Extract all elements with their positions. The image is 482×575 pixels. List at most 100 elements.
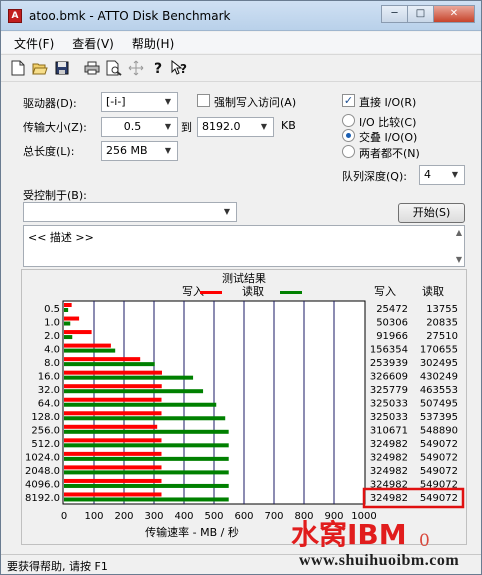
x-tick-label: 0 xyxy=(61,511,67,522)
scroll-up-icon[interactable]: ▲ xyxy=(456,228,462,237)
y-tick-label: 128.0 xyxy=(31,412,60,423)
menu-file[interactable]: 文件(F) xyxy=(5,32,63,53)
drive-label: 驱动器(D): xyxy=(23,97,77,110)
read-bar xyxy=(64,402,217,407)
write-bar xyxy=(64,478,162,483)
read-value: 549072 xyxy=(420,439,458,450)
open-folder-icon[interactable] xyxy=(29,57,51,79)
direct-io-checkbox[interactable]: ✓ xyxy=(342,94,355,107)
write-value: 324982 xyxy=(370,453,408,464)
transfer-unit-label: KB xyxy=(281,119,296,132)
print-preview-icon[interactable] xyxy=(103,57,125,79)
y-tick-label: 16.0 xyxy=(38,371,60,382)
read-bar xyxy=(64,416,226,421)
y-tick-label: 32.0 xyxy=(38,385,60,396)
y-tick-label: 8.0 xyxy=(44,358,60,369)
transfer-to-select[interactable]: 8192.0 ▼ xyxy=(197,117,274,137)
write-value: 325779 xyxy=(370,385,408,396)
scroll-down-icon[interactable]: ▼ xyxy=(456,255,462,264)
chevron-down-icon: ▼ xyxy=(164,97,172,106)
read-bar xyxy=(64,389,204,394)
chevron-down-icon: ▼ xyxy=(451,170,459,179)
read-bar xyxy=(64,335,73,340)
overlap-io-radio[interactable] xyxy=(342,129,355,142)
read-bar xyxy=(64,429,229,434)
results-chart: 测试结果 写入 读取 写入 读取 0.51.02.04.08.016.032.0… xyxy=(25,272,465,539)
y-tick-label: 8192.0 xyxy=(25,493,60,504)
menu-view[interactable]: 查看(V) xyxy=(63,32,123,53)
minimize-button[interactable]: ─ xyxy=(381,5,407,23)
x-tick-label: 100 xyxy=(84,511,103,522)
queue-depth-select[interactable]: 4 ▼ xyxy=(419,165,465,185)
maximize-button[interactable]: □ xyxy=(407,5,433,23)
save-icon[interactable] xyxy=(51,57,73,79)
x-tick-label: 600 xyxy=(234,511,253,522)
write-value: 156354 xyxy=(370,344,408,355)
context-help-icon[interactable]: ? xyxy=(169,57,191,79)
y-tick-label: 1024.0 xyxy=(25,453,60,464)
toolbar: ? ? xyxy=(1,54,481,82)
total-length-label: 总长度(L): xyxy=(23,145,75,158)
force-write-checkbox[interactable] xyxy=(197,94,210,107)
write-bar xyxy=(64,411,162,416)
drive-select[interactable]: [-i-] ▼ xyxy=(101,92,178,112)
total-length-select[interactable]: 256 MB ▼ xyxy=(101,141,178,161)
read-bar xyxy=(64,362,155,367)
write-value: 325033 xyxy=(370,399,408,410)
y-tick-label: 4.0 xyxy=(44,344,60,355)
read-bar xyxy=(64,497,229,502)
description-textarea[interactable]: << 描述 >> ▲ ▼ xyxy=(23,225,465,267)
read-value: 549072 xyxy=(420,493,458,504)
menu-help[interactable]: 帮助(H) xyxy=(123,32,183,53)
write-value: 326609 xyxy=(370,371,408,382)
svg-text:?: ? xyxy=(154,61,162,76)
watermark-brand: 水窝IBM xyxy=(291,518,407,551)
neither-radio[interactable] xyxy=(342,145,355,158)
y-tick-label: 512.0 xyxy=(31,439,60,450)
read-bar xyxy=(64,308,69,312)
read-bar xyxy=(64,321,71,326)
write-bar xyxy=(64,397,162,402)
overlap-io-label: 交叠 I/O(O) xyxy=(359,131,418,144)
read-bar xyxy=(64,375,194,380)
print-icon[interactable] xyxy=(81,57,103,79)
read-value: 430249 xyxy=(420,371,458,382)
write-bar xyxy=(64,492,162,497)
write-value: 324982 xyxy=(370,466,408,477)
x-tick-label: 400 xyxy=(174,511,193,522)
write-bar xyxy=(64,384,162,389)
drive-value: [-i-] xyxy=(106,95,126,108)
write-bar xyxy=(64,424,158,429)
app-window: A atoo.bmk - ATTO Disk Benchmark ─ □ ✕ 文… xyxy=(0,0,482,575)
title-bar[interactable]: A atoo.bmk - ATTO Disk Benchmark ─ □ ✕ xyxy=(1,1,481,31)
controlled-by-select[interactable]: ▼ xyxy=(23,202,237,222)
transfer-from-select[interactable]: 0.5 ▼ xyxy=(101,117,178,137)
new-file-icon[interactable] xyxy=(7,57,29,79)
y-tick-label: 256.0 xyxy=(31,426,60,437)
help-icon[interactable]: ? xyxy=(147,57,169,79)
y-tick-label: 2.0 xyxy=(44,331,60,342)
read-value: 549072 xyxy=(420,466,458,477)
y-tick-label: 1.0 xyxy=(44,317,60,328)
legend-read-label: 读取 xyxy=(242,284,264,298)
start-button[interactable]: 开始(S) xyxy=(398,203,465,223)
write-value: 50306 xyxy=(376,317,408,328)
direct-io-label: 直接 I/O(R) xyxy=(359,96,417,109)
queue-depth-label: 队列深度(Q): xyxy=(342,170,407,183)
write-value: 310671 xyxy=(370,426,408,437)
window-controls: ─ □ ✕ xyxy=(381,5,475,23)
write-value: 324982 xyxy=(370,439,408,450)
move-icon[interactable] xyxy=(125,57,147,79)
controlled-by-label: 受控制于(B): xyxy=(23,189,87,202)
write-bar xyxy=(64,357,141,362)
chevron-down-icon: ▼ xyxy=(164,122,172,131)
read-value: 27510 xyxy=(426,331,458,342)
menu-bar: 文件(F) 查看(V) 帮助(H) xyxy=(1,32,481,53)
read-bar xyxy=(64,443,229,448)
close-button[interactable]: ✕ xyxy=(433,5,475,23)
write-bar xyxy=(64,451,162,456)
total-length-value: 256 MB xyxy=(106,144,148,157)
io-compare-radio[interactable] xyxy=(342,114,355,127)
write-bar xyxy=(64,370,162,375)
results-title: 测试结果 xyxy=(222,272,266,285)
